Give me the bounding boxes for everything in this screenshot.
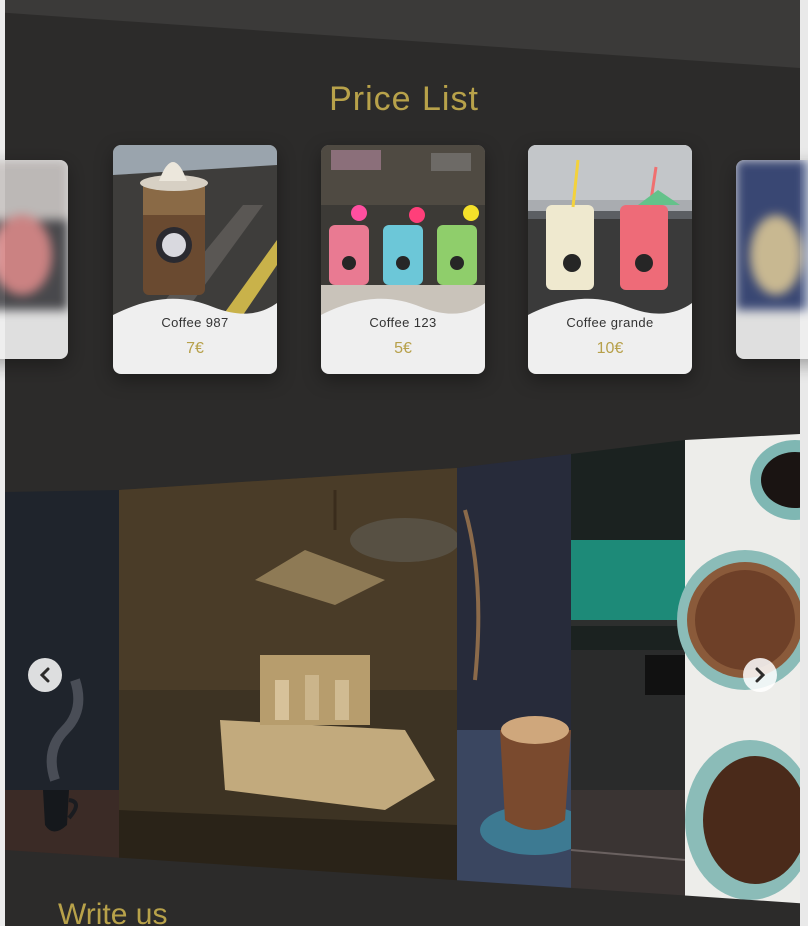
section-divider-top (5, 0, 800, 68)
product-price: 7€ (186, 340, 204, 357)
product-name: Coffee 123 (369, 315, 437, 330)
gallery-prev-button[interactable] (28, 658, 62, 692)
product-name: Coffee 987 (161, 315, 229, 330)
price-list-title: Price List (329, 80, 479, 118)
product-price: 5€ (394, 340, 412, 357)
product-price: 10€ (596, 340, 624, 357)
product-photo (0, 160, 68, 310)
product-name: Coffee grande (566, 315, 654, 330)
chevron-right-icon (755, 667, 766, 683)
gallery-next-button[interactable] (743, 658, 777, 692)
chevron-left-icon (39, 667, 50, 683)
window-scrollbar[interactable] (800, 0, 808, 926)
photo-gallery (5, 430, 800, 916)
product-photo (736, 160, 808, 310)
price-card-coffee-987[interactable]: Coffee 987 7€ (113, 145, 277, 374)
gallery-strip (5, 434, 800, 916)
write-us-heading: Write us (58, 898, 168, 926)
page: Price List Coffee 987 7€ Coffee 123 5€ C… (0, 0, 808, 926)
price-card-ghost-right[interactable] (736, 160, 808, 359)
price-card-coffee-123[interactable]: Coffee 123 5€ (321, 145, 485, 374)
price-card-ghost-left[interactable] (0, 160, 68, 359)
price-card-coffee-grande[interactable]: Coffee grande 10€ (528, 145, 692, 374)
